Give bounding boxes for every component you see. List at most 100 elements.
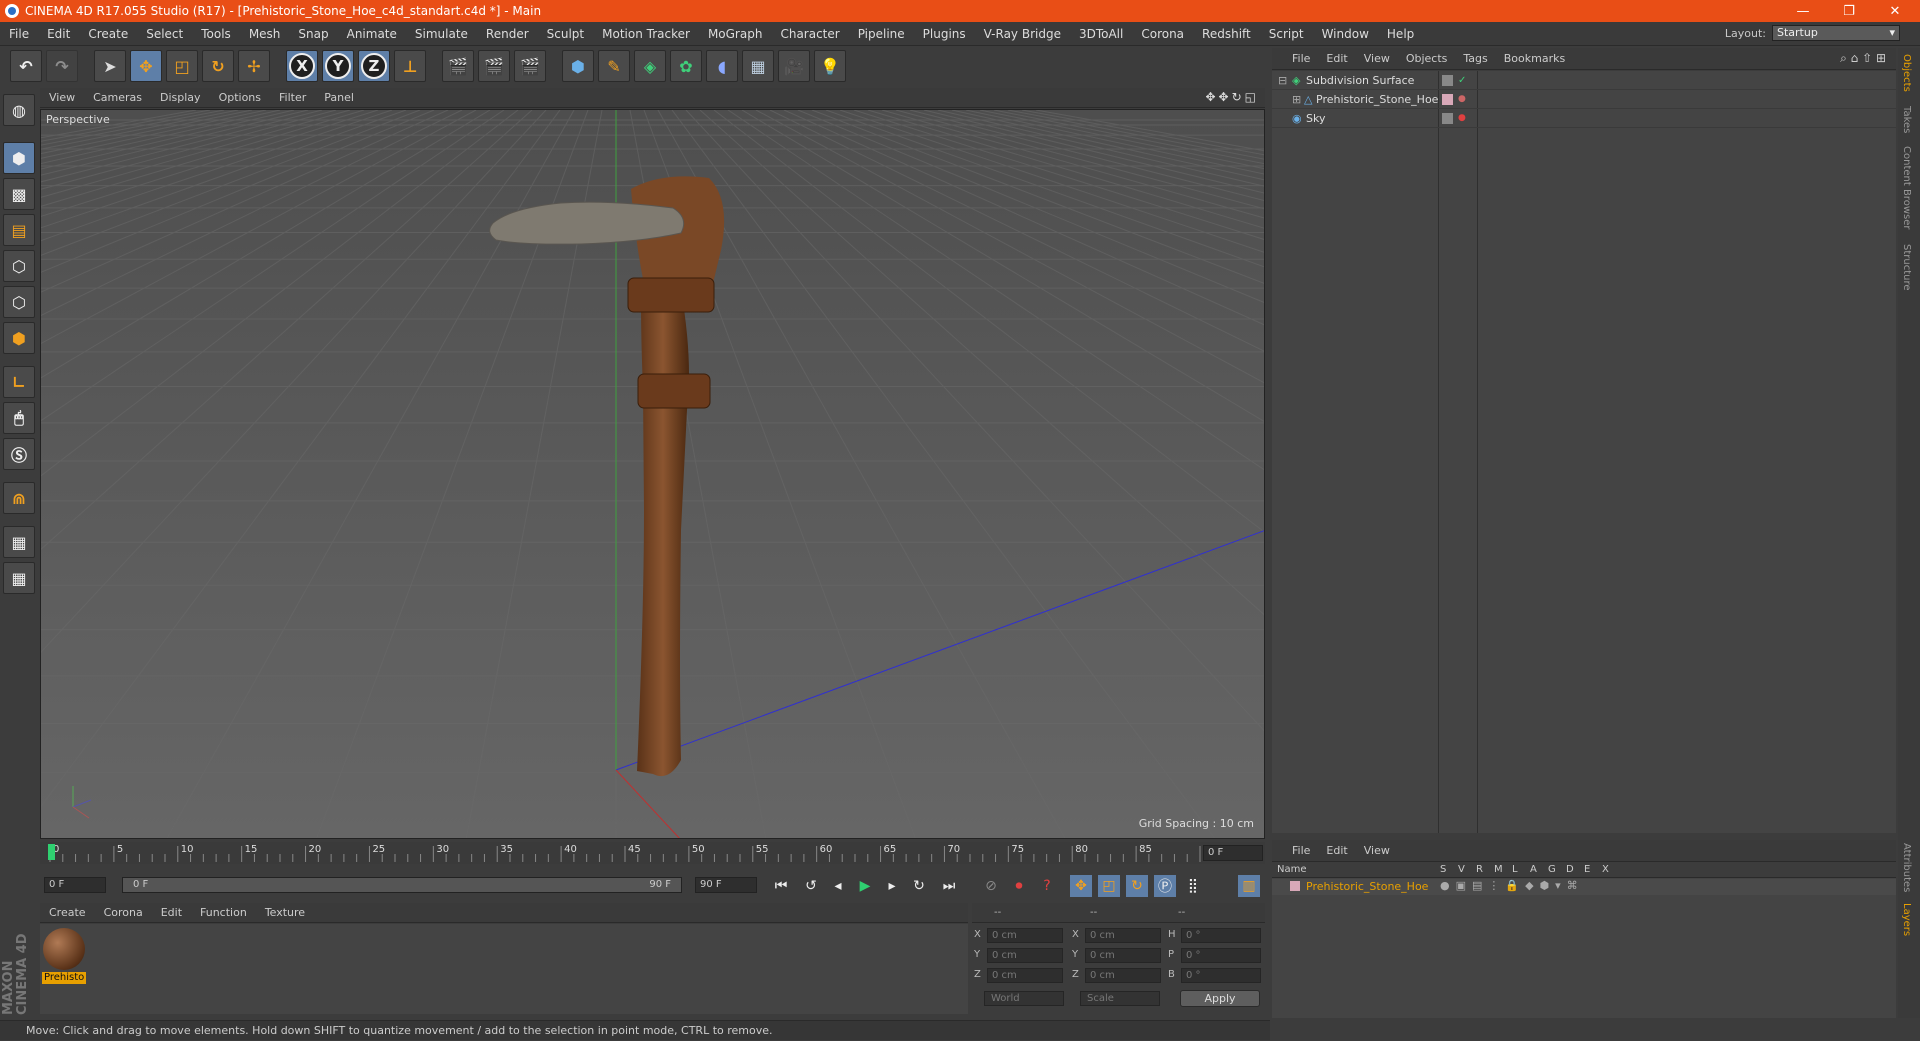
magnet-button[interactable]: ⋒ bbox=[3, 482, 35, 514]
tab-takes[interactable]: Takes bbox=[1901, 106, 1912, 133]
render-view-button[interactable]: 🎬 bbox=[442, 50, 474, 82]
layout-dropdown[interactable]: Startup bbox=[1772, 25, 1900, 41]
playhead[interactable] bbox=[48, 844, 55, 860]
3d-viewport[interactable]: Perspective Grid Spacing : 10 cm bbox=[40, 109, 1265, 839]
objects-menu-objects[interactable]: Objects bbox=[1398, 52, 1456, 65]
previous-keyframe-button[interactable]: ↺ bbox=[800, 875, 822, 897]
material-menu-create[interactable]: Create bbox=[40, 906, 95, 919]
add-subdivision-button[interactable]: ◈ bbox=[634, 50, 666, 82]
render-picture-viewer-button[interactable]: 🎬 bbox=[478, 50, 510, 82]
key-parameter-button[interactable]: Ⓟ bbox=[1154, 875, 1176, 897]
visibility-dot-icon[interactable]: ● bbox=[1458, 90, 1466, 109]
coordinate-mode-dropdown[interactable]: Scale bbox=[1080, 991, 1160, 1006]
current-frame-field[interactable]: 0 F bbox=[1203, 845, 1263, 861]
position-y-field[interactable]: 0 cm bbox=[987, 948, 1063, 963]
apply-button[interactable]: Apply bbox=[1180, 990, 1260, 1007]
timeline-window-button[interactable]: ▥ bbox=[1238, 875, 1260, 897]
menu-file[interactable]: File bbox=[0, 27, 38, 41]
layer-row[interactable]: Prehistoric_Stone_Hoe ●▣▤⋮🔒◆⬢▾⌘ bbox=[1272, 879, 1896, 895]
size-z-field[interactable]: 0 cm bbox=[1085, 968, 1161, 983]
add-floor-button[interactable]: ▦ bbox=[742, 50, 774, 82]
sky-layer-tag-icon[interactable] bbox=[1442, 113, 1453, 124]
tab-structure[interactable]: Structure bbox=[1901, 244, 1912, 291]
autokey-button[interactable]: ? bbox=[1036, 875, 1058, 897]
edit-render-settings-button[interactable]: 🎬 bbox=[514, 50, 546, 82]
layer-tag-icon[interactable] bbox=[1442, 75, 1453, 86]
menu-help[interactable]: Help bbox=[1378, 27, 1423, 41]
menu-plugins[interactable]: Plugins bbox=[914, 27, 975, 41]
layer-toggle-icons[interactable]: ●▣▤⋮🔒◆⬢▾⌘ bbox=[1440, 879, 1584, 892]
objects-menu-tags[interactable]: Tags bbox=[1455, 52, 1495, 65]
viewport-navigation-icons[interactable]: ✥✥↻◱ bbox=[1205, 90, 1259, 104]
menu-render[interactable]: Render bbox=[477, 27, 538, 41]
timeline-ruler[interactable]: 051015202530354045505560657075808590 0 F bbox=[40, 842, 1265, 864]
key-position-button[interactable]: ✥ bbox=[1070, 875, 1092, 897]
snapping-button[interactable]: Ⓢ bbox=[3, 438, 35, 470]
viewport-menu-view[interactable]: View bbox=[40, 91, 84, 104]
viewport-menu-options[interactable]: Options bbox=[210, 91, 270, 104]
position-z-field[interactable]: 0 cm bbox=[987, 968, 1063, 983]
add-light-button[interactable]: 💡 bbox=[814, 50, 846, 82]
add-camera-button[interactable]: 🎥 bbox=[778, 50, 810, 82]
scale-tool-button[interactable]: ◰ bbox=[166, 50, 198, 82]
material-menu-function[interactable]: Function bbox=[191, 906, 256, 919]
object-row-stone-hoe[interactable]: ⊞ △ Prehistoric_Stone_Hoe ● bbox=[1272, 90, 1896, 109]
add-pen-spline-button[interactable]: ✎ bbox=[598, 50, 630, 82]
size-y-field[interactable]: 0 cm bbox=[1085, 948, 1161, 963]
rotate-tool-button[interactable]: ↻ bbox=[202, 50, 234, 82]
viewport-menu-display[interactable]: Display bbox=[151, 91, 210, 104]
menu-character[interactable]: Character bbox=[771, 27, 848, 41]
lock-workplane-button[interactable]: ▦ bbox=[3, 526, 35, 558]
layers-menu-file[interactable]: File bbox=[1284, 844, 1318, 857]
z-axis-lock-button[interactable]: Z bbox=[358, 50, 390, 82]
menu-simulate[interactable]: Simulate bbox=[406, 27, 477, 41]
model-mode-button[interactable]: ⬢ bbox=[3, 142, 35, 174]
object-manager-search-icon[interactable]: ⌕ ⌂ ⇧ ⊞ bbox=[1840, 51, 1886, 66]
objects-menu-view[interactable]: View bbox=[1356, 52, 1398, 65]
menu-mograph[interactable]: MoGraph bbox=[699, 27, 772, 41]
material-menu-texture[interactable]: Texture bbox=[256, 906, 314, 919]
layer-name[interactable]: Prehistoric_Stone_Hoe bbox=[1306, 880, 1428, 893]
menu-pipeline[interactable]: Pipeline bbox=[849, 27, 914, 41]
collapse-toggle-icon[interactable]: ⊟ bbox=[1278, 71, 1287, 90]
record-button[interactable]: ⏺ bbox=[1008, 875, 1030, 897]
key-pla-button[interactable]: ⣿ bbox=[1182, 875, 1204, 897]
sky-visibility-dot-icon[interactable]: ● bbox=[1458, 109, 1466, 128]
layers-menu-edit[interactable]: Edit bbox=[1318, 844, 1355, 857]
texture-mode-button[interactable]: ▩ bbox=[3, 178, 35, 210]
close-button[interactable]: ✕ bbox=[1872, 0, 1918, 22]
viewport-menu-filter[interactable]: Filter bbox=[270, 91, 315, 104]
objects-menu-bookmarks[interactable]: Bookmarks bbox=[1496, 52, 1573, 65]
object-row-sky[interactable]: ◉ Sky ● bbox=[1272, 109, 1896, 128]
add-cube-button[interactable]: ⬢ bbox=[562, 50, 594, 82]
position-x-field[interactable]: 0 cm bbox=[987, 928, 1063, 943]
make-editable-button[interactable]: ◍ bbox=[3, 94, 35, 126]
edges-mode-button[interactable]: ⬡ bbox=[3, 286, 35, 318]
points-mode-button[interactable]: ⬡ bbox=[3, 250, 35, 282]
move-tool-button[interactable]: ✥ bbox=[130, 50, 162, 82]
layers-menu-view[interactable]: View bbox=[1356, 844, 1398, 857]
play-button[interactable]: ▶ bbox=[854, 875, 876, 897]
tab-layers[interactable]: Layers bbox=[1901, 903, 1912, 936]
polygons-mode-button[interactable]: ⬢ bbox=[3, 322, 35, 354]
menu-edit[interactable]: Edit bbox=[38, 27, 79, 41]
frame-range-slider[interactable]: 0 F 90 F bbox=[122, 877, 682, 893]
redo-button[interactable]: ↷ bbox=[46, 50, 78, 82]
objects-menu-file[interactable]: File bbox=[1284, 52, 1318, 65]
menu-mesh[interactable]: Mesh bbox=[240, 27, 290, 41]
go-to-start-button[interactable]: ⏮ bbox=[770, 875, 792, 897]
menu-script[interactable]: Script bbox=[1260, 27, 1313, 41]
expand-toggle-icon[interactable]: ⊞ bbox=[1292, 90, 1301, 109]
menu-tools[interactable]: Tools bbox=[192, 27, 240, 41]
material-tag-icon[interactable] bbox=[1442, 94, 1453, 105]
material-menu-edit[interactable]: Edit bbox=[152, 906, 191, 919]
menu-redshift[interactable]: Redshift bbox=[1193, 27, 1260, 41]
menu-create[interactable]: Create bbox=[79, 27, 137, 41]
next-frame-button[interactable]: ▸ bbox=[881, 875, 903, 897]
menu-sculpt[interactable]: Sculpt bbox=[538, 27, 593, 41]
tab-attributes[interactable]: Attributes bbox=[1901, 843, 1912, 892]
start-frame-field[interactable]: 0 F bbox=[44, 877, 106, 893]
rotation-b-field[interactable]: 0 ° bbox=[1181, 968, 1261, 983]
viewport-menu-panel[interactable]: Panel bbox=[315, 91, 363, 104]
coordinate-system-button[interactable]: ⊥ bbox=[394, 50, 426, 82]
